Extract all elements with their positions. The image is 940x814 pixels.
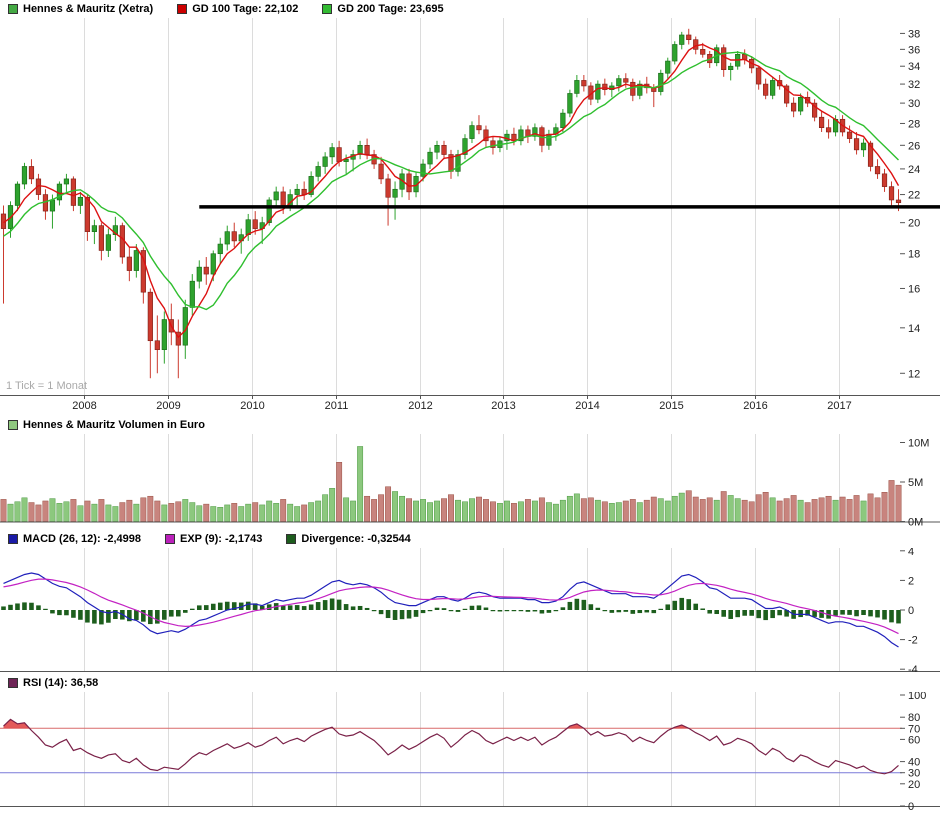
svg-text:2014: 2014 bbox=[575, 400, 599, 412]
macd-chart: 4 2 0 -2 -4 bbox=[0, 548, 940, 672]
svg-text:2016: 2016 bbox=[743, 400, 767, 412]
svg-text:18: 18 bbox=[908, 249, 920, 261]
svg-text:60: 60 bbox=[908, 734, 920, 746]
volume-bars bbox=[1, 446, 901, 521]
svg-text:0M: 0M bbox=[908, 517, 923, 529]
rsi-chart: 1008070604030200 bbox=[0, 692, 940, 810]
exp-signal-line bbox=[4, 579, 899, 634]
svg-text:30: 30 bbox=[908, 98, 920, 110]
volume-series-marker bbox=[8, 420, 18, 430]
candles bbox=[1, 29, 901, 378]
year-gridlines bbox=[85, 692, 840, 806]
gd200-label: GD 200 Tage: 23,695 bbox=[337, 3, 443, 15]
svg-text:14: 14 bbox=[908, 323, 920, 335]
divergence-series-label: Divergence: -0,32544 bbox=[301, 533, 410, 545]
svg-text:-2: -2 bbox=[908, 635, 918, 647]
right-axis-labels: 38 36 34 32 30 28 26 24 22 20 18 16 14 12 bbox=[900, 28, 920, 380]
svg-text:5M: 5M bbox=[908, 477, 923, 489]
macd-legend: MACD (26, 12): -2,4998 EXP (9): -2,1743 … bbox=[0, 530, 940, 548]
gd100-label: GD 100 Tage: 22,102 bbox=[192, 3, 298, 15]
svg-text:2011: 2011 bbox=[325, 400, 349, 412]
price-series-marker bbox=[8, 4, 18, 14]
rsi-series-marker bbox=[8, 678, 18, 688]
svg-text:2017: 2017 bbox=[827, 400, 851, 412]
svg-text:26: 26 bbox=[908, 140, 920, 152]
svg-text:38: 38 bbox=[908, 28, 920, 40]
right-axis-labels: 4 2 0 -2 -4 bbox=[900, 548, 918, 672]
svg-text:10M: 10M bbox=[908, 438, 929, 450]
svg-text:36: 36 bbox=[908, 44, 920, 56]
price-chart: 2008200920102011201220132014201520162017… bbox=[0, 18, 940, 416]
rsi-legend: RSI (14): 36,58 bbox=[0, 674, 940, 692]
svg-text:2015: 2015 bbox=[659, 400, 683, 412]
legend-item-volume: Hennes & Mauritz Volumen in Euro bbox=[8, 419, 205, 431]
svg-text:2009: 2009 bbox=[156, 400, 180, 412]
svg-text:16: 16 bbox=[908, 283, 920, 295]
stock-chart-page: Hennes & Mauritz (Xetra) GD 100 Tage: 22… bbox=[0, 0, 940, 814]
svg-text:28: 28 bbox=[908, 118, 920, 130]
svg-text:0: 0 bbox=[908, 605, 914, 617]
svg-text:34: 34 bbox=[908, 61, 920, 73]
exp-series-marker bbox=[165, 534, 175, 544]
legend-item-gd100: GD 100 Tage: 22,102 bbox=[177, 3, 298, 15]
tick-interval-note: 1 Tick = 1 Monat bbox=[6, 380, 87, 392]
rsi-line bbox=[4, 719, 899, 773]
svg-text:2: 2 bbox=[908, 575, 914, 587]
svg-text:12: 12 bbox=[908, 368, 920, 380]
svg-text:0: 0 bbox=[908, 801, 914, 810]
rsi-series-label: RSI (14): 36,58 bbox=[23, 677, 98, 689]
divergence-series-marker bbox=[286, 534, 296, 544]
legend-item-exp: EXP (9): -2,1743 bbox=[165, 533, 262, 545]
price-legend: Hennes & Mauritz (Xetra) GD 100 Tage: 22… bbox=[0, 0, 940, 18]
rsi-overbought-fill bbox=[4, 719, 899, 810]
macd-series-label: MACD (26, 12): -2,4998 bbox=[23, 533, 141, 545]
svg-text:100: 100 bbox=[908, 692, 926, 702]
exp-series-label: EXP (9): -2,1743 bbox=[180, 533, 262, 545]
legend-item-gd200: GD 200 Tage: 23,695 bbox=[322, 3, 443, 15]
macd-series-marker bbox=[8, 534, 18, 544]
svg-text:2012: 2012 bbox=[408, 400, 432, 412]
svg-text:-4: -4 bbox=[908, 664, 918, 672]
gd200-marker bbox=[322, 4, 332, 14]
svg-text:4: 4 bbox=[908, 548, 914, 558]
year-labels: 2008 2009 2010 2011 2012 2013 2014 2015 2016 2017 bbox=[72, 396, 851, 413]
volume-series-label: Hennes & Mauritz Volumen in Euro bbox=[23, 419, 205, 431]
right-axis-labels: 1008070604030200 bbox=[900, 692, 926, 810]
svg-text:32: 32 bbox=[908, 79, 920, 91]
legend-item-divergence: Divergence: -0,32544 bbox=[286, 533, 410, 545]
legend-item-macd: MACD (26, 12): -2,4998 bbox=[8, 533, 141, 545]
volume-legend: Hennes & Mauritz Volumen in Euro bbox=[0, 416, 940, 434]
svg-text:2013: 2013 bbox=[491, 400, 515, 412]
right-axis-labels: 10M 5M 0M bbox=[900, 438, 929, 529]
volume-chart: 10M 5M 0M bbox=[0, 434, 940, 528]
svg-text:20: 20 bbox=[908, 218, 920, 230]
svg-text:22: 22 bbox=[908, 190, 920, 202]
legend-item-rsi: RSI (14): 36,58 bbox=[8, 677, 98, 689]
gd100-marker bbox=[177, 4, 187, 14]
legend-item-price: Hennes & Mauritz (Xetra) bbox=[8, 3, 153, 15]
svg-text:2008: 2008 bbox=[72, 400, 96, 412]
svg-text:2010: 2010 bbox=[240, 400, 264, 412]
svg-text:20: 20 bbox=[908, 779, 920, 791]
svg-text:24: 24 bbox=[908, 164, 920, 176]
price-series-label: Hennes & Mauritz (Xetra) bbox=[23, 3, 153, 15]
